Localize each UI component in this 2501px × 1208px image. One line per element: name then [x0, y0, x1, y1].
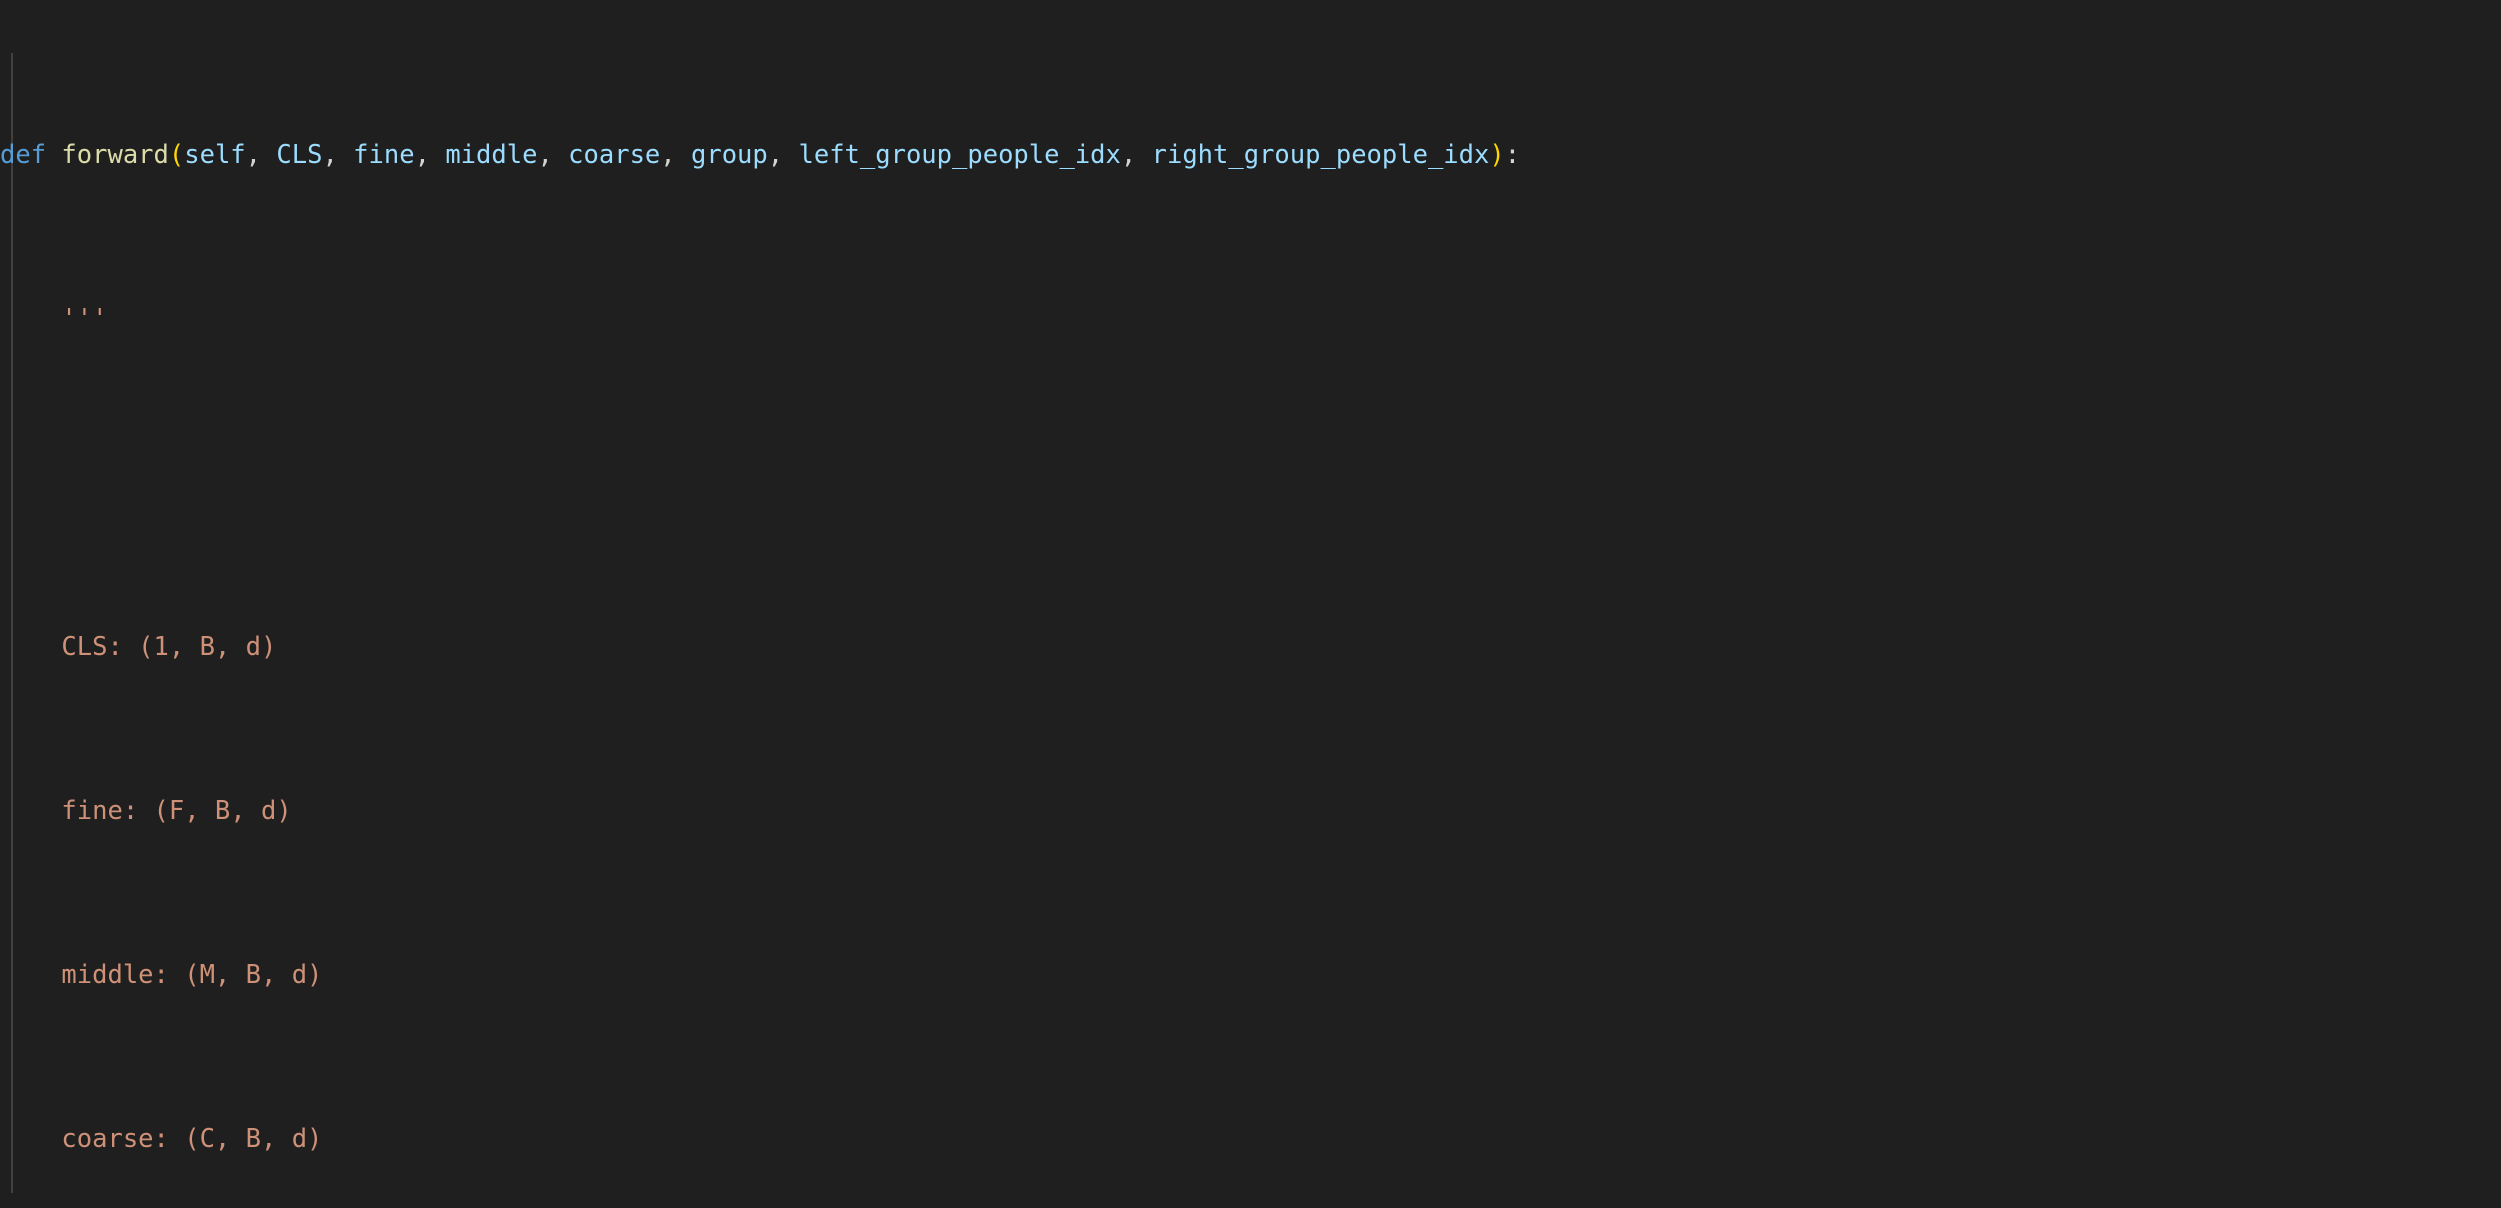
docstring-entry-middle: middle: (M, B, d): [0, 960, 323, 990]
docstring-entry-coarse: coarse: (C, B, d): [0, 1124, 323, 1154]
param-middle: middle: [445, 140, 538, 170]
code-line-4[interactable]: CLS: (1, B, d): [0, 627, 2501, 668]
code-line-6[interactable]: middle: (M, B, d): [0, 955, 2501, 996]
param-cls: CLS: [276, 140, 323, 170]
code-line-7[interactable]: coarse: (C, B, d): [0, 1119, 2501, 1160]
code-content[interactable]: def forward(self, CLS, fine, middle, coa…: [0, 12, 2501, 1208]
param-group: group: [691, 140, 768, 170]
docstring-open: ''': [0, 304, 108, 334]
param-left-group-people-idx: left_group_people_idx: [798, 140, 1121, 170]
code-line-3[interactable]: [0, 463, 2501, 504]
paren-close: ): [1489, 140, 1505, 170]
function-name-forward: forward: [61, 140, 169, 170]
param-right-group-people-idx: right_group_people_idx: [1151, 140, 1490, 170]
code-line-5[interactable]: fine: (F, B, d): [0, 791, 2501, 832]
code-editor-viewport[interactable]: def forward(self, CLS, fine, middle, coa…: [0, 0, 2501, 1208]
keyword-def: def: [0, 140, 47, 170]
code-line-1[interactable]: def forward(self, CLS, fine, middle, coa…: [0, 135, 2501, 176]
docstring-entry-cls: CLS: (1, B, d): [0, 632, 277, 662]
docstring-entry-fine: fine: (F, B, d): [0, 796, 292, 826]
paren-open: (: [168, 140, 185, 170]
param-fine: fine: [353, 140, 415, 170]
code-line-2[interactable]: ''': [0, 299, 2501, 340]
param-self: self: [184, 140, 246, 170]
param-coarse: coarse: [568, 140, 661, 170]
